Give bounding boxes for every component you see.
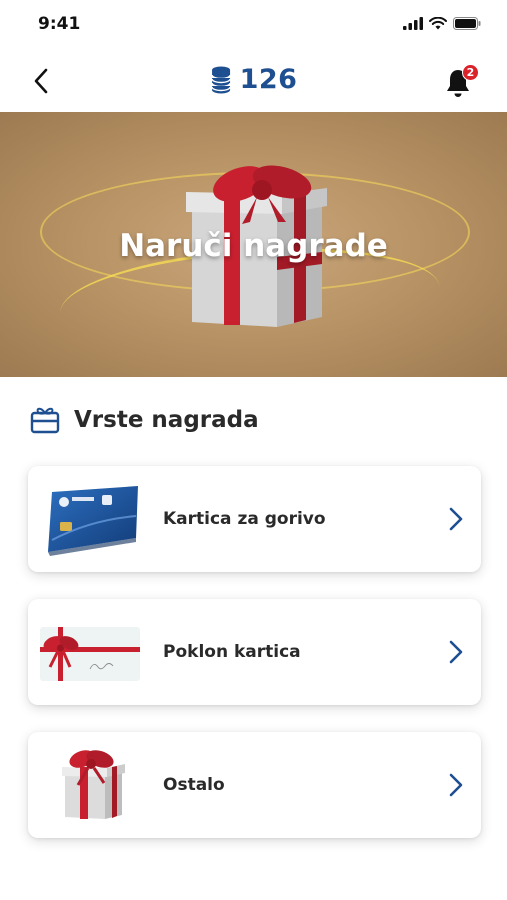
notifications-button[interactable]: 2: [443, 64, 479, 100]
gift-card-icon: [30, 407, 60, 434]
status-icons: [403, 17, 481, 30]
chevron-right-icon: [449, 773, 463, 797]
status-time: 9:41: [38, 14, 81, 34]
reward-card-label: Poklon kartica: [163, 642, 301, 662]
section-title: Vrste nagrada: [74, 407, 259, 433]
gift-card-image: [40, 627, 140, 681]
chevron-left-icon: [34, 68, 48, 94]
chevron-right-icon: [449, 507, 463, 531]
hero-title: Naruči nagrade: [119, 228, 388, 264]
cellular-signal-icon: [403, 17, 423, 30]
status-bar: 9:41: [0, 0, 507, 48]
reward-card-label: Kartica za gorivo: [163, 509, 326, 529]
fuel-card-image: [48, 486, 138, 556]
coins-icon: [210, 66, 231, 93]
chevron-right-icon: [449, 640, 463, 664]
wifi-icon: [429, 17, 447, 30]
reward-card-other[interactable]: Ostalo: [28, 732, 481, 838]
back-button[interactable]: [24, 64, 58, 98]
reward-card-fuel[interactable]: Kartica za gorivo: [28, 466, 481, 572]
hero-banner: Naruči nagrade: [0, 112, 507, 377]
battery-icon: [453, 17, 481, 30]
points-value: 126: [239, 64, 298, 95]
nav-bar: 126 2: [0, 52, 507, 110]
reward-card-gift[interactable]: Poklon kartica: [28, 599, 481, 705]
reward-card-label: Ostalo: [163, 775, 225, 795]
notification-badge: 2: [462, 64, 479, 81]
points-balance[interactable]: 126: [210, 64, 298, 95]
gift-box-image: [62, 750, 125, 819]
section-header: Vrste nagrada: [30, 406, 259, 434]
